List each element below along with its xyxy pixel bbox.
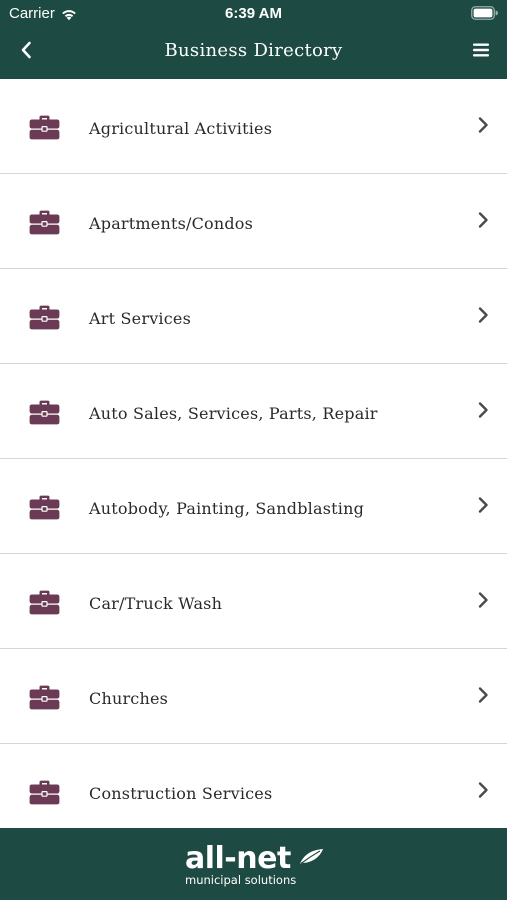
category-row[interactable]: Auto Sales, Services, Parts, Repair (0, 364, 507, 459)
category-label: Autobody, Painting, Sandblasting (89, 499, 365, 518)
category-label: Art Services (89, 309, 191, 328)
category-label: Construction Services (89, 784, 273, 803)
status-time: 6:39 AM (225, 5, 282, 22)
chevron-right-icon (478, 497, 488, 513)
briefcase-icon (29, 400, 60, 425)
top-header: Carrier 6:39 AM Business Directory (0, 0, 507, 79)
briefcase-icon (29, 305, 60, 330)
category-row[interactable]: Art Services (0, 269, 507, 364)
status-bar: Carrier 6:39 AM (0, 0, 507, 28)
battery-icon (471, 6, 498, 20)
chevron-right-icon (478, 212, 488, 228)
chevron-right-icon (478, 117, 488, 133)
category-row[interactable]: Agricultural Activities (0, 79, 507, 174)
briefcase-icon (29, 780, 60, 805)
chevron-right-icon (478, 687, 488, 703)
category-label: Car/Truck Wash (89, 594, 223, 613)
briefcase-icon (29, 210, 60, 235)
category-label: Agricultural Activities (89, 119, 273, 138)
briefcase-icon (29, 685, 60, 710)
category-label: Auto Sales, Services, Parts, Repair (89, 404, 378, 423)
briefcase-icon (29, 115, 60, 140)
back-button[interactable] (12, 36, 40, 64)
category-row[interactable]: Car/Truck Wash (0, 554, 507, 649)
category-row[interactable]: Apartments/Condos (0, 174, 507, 269)
logo-tagline: municipal solutions (185, 873, 297, 887)
chevron-right-icon (478, 307, 488, 323)
logo-wordmark: all-net (185, 841, 291, 876)
all-net-logo: all-net municipal solutions (185, 844, 325, 890)
category-label: Churches (89, 689, 169, 708)
chevron-right-icon (478, 402, 488, 418)
chevron-left-icon (21, 41, 31, 59)
category-label: Apartments/Condos (89, 214, 254, 233)
app-screen: Carrier 6:39 AM Business Directory Agric… (0, 0, 507, 900)
navigation-bar: Business Directory (0, 28, 507, 79)
page-title: Business Directory (164, 40, 343, 61)
chevron-right-icon (478, 592, 488, 608)
footer-bar: all-net municipal solutions (0, 828, 507, 900)
briefcase-icon (29, 590, 60, 615)
category-list: Agricultural Activities Apartments/Condo… (0, 79, 507, 828)
hamburger-menu-icon (473, 43, 489, 57)
category-row[interactable]: Autobody, Painting, Sandblasting (0, 459, 507, 554)
leaf-icon (300, 849, 323, 864)
category-row[interactable]: Churches (0, 649, 507, 744)
category-row[interactable]: Construction Services (0, 744, 507, 828)
briefcase-icon (29, 495, 60, 520)
menu-button[interactable] (469, 38, 493, 62)
chevron-right-icon (478, 782, 488, 798)
